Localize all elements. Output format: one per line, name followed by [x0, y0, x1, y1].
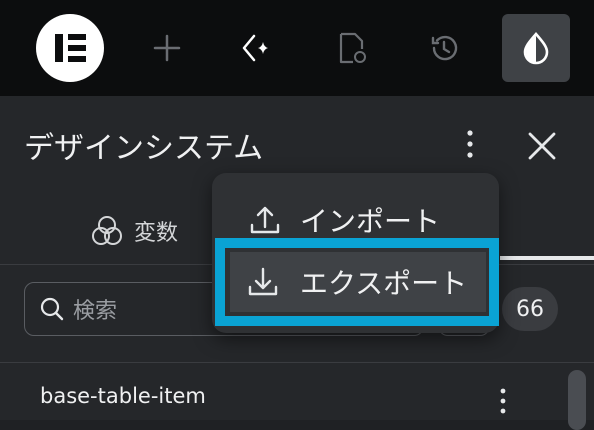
elementor-logo-icon	[36, 14, 104, 82]
search-icon	[40, 297, 64, 321]
scrollbar[interactable]	[568, 370, 586, 430]
variable-count-badge: 66	[502, 287, 558, 331]
upload-icon	[250, 206, 280, 234]
circles-icon	[92, 216, 122, 245]
page-settings-icon	[339, 32, 366, 64]
droplet-icon	[523, 32, 549, 65]
top-toolbar	[0, 0, 594, 96]
download-icon	[248, 267, 278, 296]
divider	[0, 362, 594, 363]
plus-icon	[153, 34, 181, 62]
ai-button[interactable]	[222, 14, 290, 82]
elementor-logo-button[interactable]	[36, 14, 104, 82]
active-tab-indicator	[500, 256, 594, 260]
history-icon	[431, 35, 458, 61]
menu-item-export-label: エクスポート	[300, 267, 468, 300]
more-options-icon[interactable]	[458, 128, 482, 160]
menu-item-export[interactable]: エクスポート	[246, 252, 467, 312]
close-icon[interactable]	[522, 126, 562, 166]
design-system-button[interactable]	[502, 14, 570, 82]
ai-sparkle-icon	[242, 34, 268, 62]
tab-variables-label: 変数	[134, 221, 179, 246]
menu-item-import-label: インポート	[300, 205, 441, 238]
row-more-options-icon[interactable]	[494, 386, 512, 416]
history-button[interactable]	[410, 14, 478, 82]
add-button[interactable]	[133, 14, 201, 82]
tab-variables[interactable]: 変数	[90, 214, 178, 248]
panel-title: デザインシステム	[24, 131, 264, 166]
search-placeholder: 検索	[73, 299, 118, 324]
list-item-label[interactable]: base-table-item	[40, 384, 206, 408]
page-settings-button[interactable]	[318, 14, 386, 82]
